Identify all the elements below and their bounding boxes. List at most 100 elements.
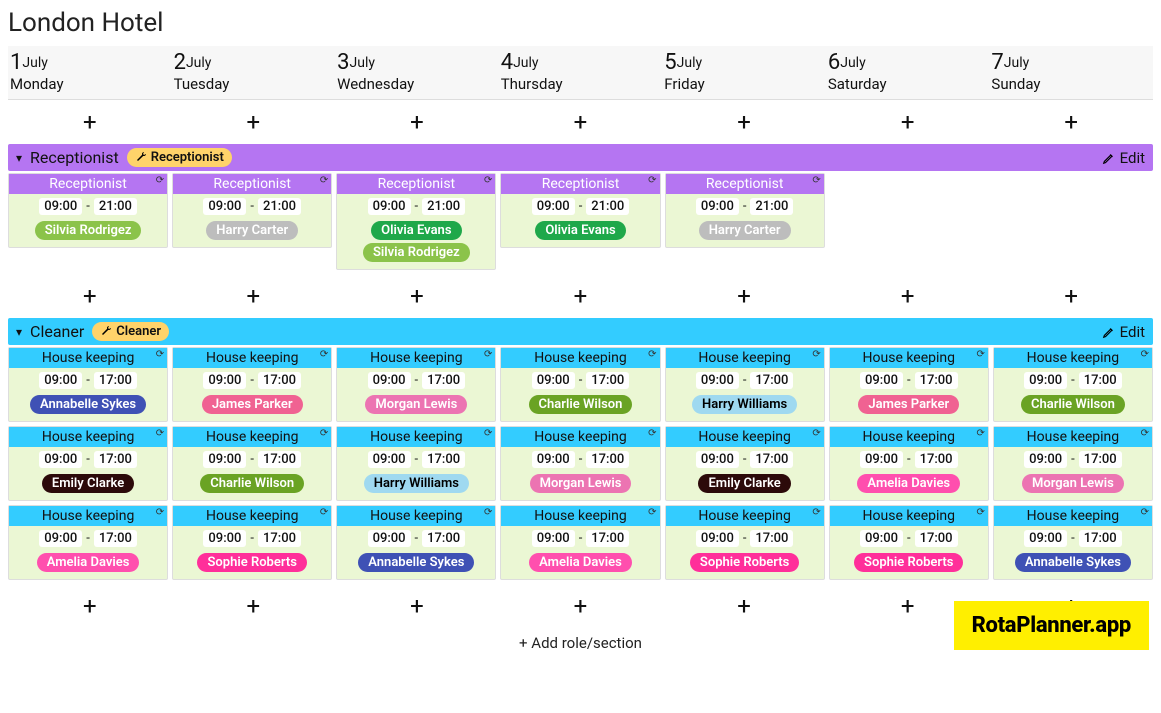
- person-pill[interactable]: Charlie Wilson: [200, 474, 304, 493]
- shift-people: Annabelle Sykes: [994, 551, 1152, 579]
- edit-button[interactable]: Edit: [1102, 323, 1145, 341]
- section-clean-header[interactable]: ▾ Cleaner Cleaner Edit: [8, 318, 1153, 345]
- shift-card[interactable]: House keeping⟳ 09:00-17:00 Harry William…: [336, 426, 496, 501]
- person-pill[interactable]: Silvia Rodrigez: [363, 243, 470, 262]
- day-header: 4JulyThursday: [499, 46, 663, 99]
- add-shift-button[interactable]: +: [335, 584, 499, 626]
- shift-label: House keeping⟳: [9, 427, 167, 447]
- person-pill[interactable]: James Parker: [202, 395, 303, 414]
- edit-button[interactable]: Edit: [1102, 149, 1145, 167]
- shift-card[interactable]: House keeping⟳ 09:00-17:00 Sophie Robert…: [172, 505, 332, 580]
- person-pill[interactable]: Morgan Lewis: [530, 474, 632, 493]
- shift-card[interactable]: House keeping⟳ 09:00-17:00 Emily Clarke: [665, 426, 825, 501]
- section-label: Receptionist: [30, 148, 119, 167]
- shift-card[interactable]: House keeping⟳ 09:00-17:00 James Parker: [829, 347, 989, 422]
- shift-card[interactable]: House keeping⟳ 09:00-17:00 Amelia Davies: [500, 505, 660, 580]
- shift-card[interactable]: Receptionist⟳ 09:00-21:00 Harry Carter: [665, 173, 825, 248]
- add-shift-button[interactable]: +: [499, 274, 663, 316]
- shift-card[interactable]: House keeping⟳ 09:00-17:00 Sophie Robert…: [829, 505, 989, 580]
- wrench-icon: [135, 150, 147, 165]
- person-pill[interactable]: Amelia Davies: [857, 474, 960, 493]
- person-pill[interactable]: Amelia Davies: [37, 553, 140, 572]
- shift-card[interactable]: House keeping⟳ 09:00-17:00 Annabelle Syk…: [336, 505, 496, 580]
- shift-label: House keeping⟳: [9, 348, 167, 368]
- person-pill[interactable]: James Parker: [858, 395, 959, 414]
- shift-card[interactable]: House keeping⟳ 09:00-17:00 Morgan Lewis: [336, 347, 496, 422]
- add-shift-button[interactable]: +: [826, 100, 990, 142]
- shift-card[interactable]: House keeping⟳ 09:00-17:00 Harry William…: [665, 347, 825, 422]
- add-shift-button[interactable]: +: [172, 274, 336, 316]
- add-shift-button[interactable]: +: [989, 274, 1153, 316]
- add-shift-button[interactable]: +: [335, 100, 499, 142]
- shift-card[interactable]: House keeping⟳ 09:00-17:00 Emily Clarke: [8, 426, 168, 501]
- person-pill[interactable]: Annabelle Sykes: [358, 553, 474, 572]
- shift-card[interactable]: House keeping⟳ 09:00-17:00 Annabelle Syk…: [8, 347, 168, 422]
- person-pill[interactable]: Annabelle Sykes: [1015, 553, 1131, 572]
- person-pill[interactable]: Amelia Davies: [529, 553, 632, 572]
- section-recep-header[interactable]: ▾ Receptionist Receptionist Edit: [8, 144, 1153, 171]
- person-pill[interactable]: Emily Clarke: [42, 474, 134, 493]
- day-column: House keeping⟳ 09:00-17:00 Charlie Wilso…: [993, 347, 1153, 584]
- sync-icon: ⟳: [1141, 428, 1149, 439]
- pencil-icon: [1102, 323, 1116, 341]
- add-shift-button[interactable]: +: [989, 100, 1153, 142]
- person-pill[interactable]: Sophie Roberts: [854, 553, 963, 572]
- person-pill[interactable]: Emily Clarke: [698, 474, 790, 493]
- person-pill[interactable]: Harry Carter: [699, 221, 791, 240]
- person-pill[interactable]: Harry Williams: [364, 474, 469, 493]
- shift-label: House keeping⟳: [9, 506, 167, 526]
- add-shift-button[interactable]: +: [662, 100, 826, 142]
- shift-card[interactable]: House keeping⟳ 09:00-17:00 Charlie Wilso…: [993, 347, 1153, 422]
- person-pill[interactable]: Olivia Evans: [535, 221, 625, 240]
- person-pill[interactable]: Sophie Roberts: [197, 553, 306, 572]
- brand-logo-text: RotaPlanner.app: [954, 601, 1149, 650]
- shift-people: Harry Carter: [666, 219, 824, 247]
- person-pill[interactable]: Charlie Wilson: [529, 395, 633, 414]
- add-shift-button[interactable]: +: [662, 274, 826, 316]
- shift-card[interactable]: Receptionist⟳ 09:00-21:00 Silvia Rodrige…: [8, 173, 168, 248]
- add-shift-button[interactable]: +: [335, 274, 499, 316]
- page-title: London Hotel: [8, 8, 1153, 38]
- person-pill[interactable]: Annabelle Sykes: [30, 395, 146, 414]
- add-shift-button[interactable]: +: [8, 274, 172, 316]
- add-shift-button[interactable]: +: [8, 584, 172, 626]
- add-shift-button[interactable]: +: [172, 584, 336, 626]
- add-shift-button[interactable]: +: [8, 100, 172, 142]
- shift-times: 09:00-17:00: [9, 368, 167, 393]
- day-header: 5JulyFriday: [662, 46, 826, 99]
- add-shift-button[interactable]: +: [826, 274, 990, 316]
- shift-card[interactable]: House keeping⟳ 09:00-17:00 Amelia Davies: [8, 505, 168, 580]
- person-pill[interactable]: Charlie Wilson: [1021, 395, 1125, 414]
- shift-card[interactable]: House keeping⟳ 09:00-17:00 Sophie Robert…: [665, 505, 825, 580]
- add-shift-button[interactable]: +: [499, 100, 663, 142]
- add-shift-button[interactable]: +: [499, 584, 663, 626]
- person-pill[interactable]: Morgan Lewis: [1022, 474, 1124, 493]
- shift-card[interactable]: House keeping⟳ 09:00-17:00 Charlie Wilso…: [172, 426, 332, 501]
- shift-times: 09:00-17:00: [173, 526, 331, 551]
- shift-card[interactable]: House keeping⟳ 09:00-17:00 Annabelle Syk…: [993, 505, 1153, 580]
- shift-card[interactable]: House keeping⟳ 09:00-17:00 Morgan Lewis: [993, 426, 1153, 501]
- add-shift-button[interactable]: +: [172, 100, 336, 142]
- shift-people: Annabelle Sykes: [9, 393, 167, 421]
- wrench-icon: [100, 324, 112, 339]
- person-pill[interactable]: Harry Williams: [692, 395, 797, 414]
- shift-times: 09:00-17:00: [830, 368, 988, 393]
- shift-card[interactable]: House keeping⟳ 09:00-17:00 Amelia Davies: [829, 426, 989, 501]
- shift-card[interactable]: House keeping⟳ 09:00-17:00 Charlie Wilso…: [500, 347, 660, 422]
- person-pill[interactable]: Olivia Evans: [371, 221, 461, 240]
- day-header: 1JulyMonday: [8, 46, 172, 99]
- add-shift-button[interactable]: +: [662, 584, 826, 626]
- shift-card[interactable]: House keeping⟳ 09:00-17:00 James Parker: [172, 347, 332, 422]
- shift-card[interactable]: Receptionist⟳ 09:00-21:00 Olivia Evans S…: [336, 173, 496, 270]
- shift-label: Receptionist⟳: [173, 174, 331, 194]
- person-pill[interactable]: Morgan Lewis: [365, 395, 467, 414]
- day-column: House keeping⟳ 09:00-17:00 Morgan Lewis …: [336, 347, 496, 584]
- shift-card[interactable]: Receptionist⟳ 09:00-21:00 Harry Carter: [172, 173, 332, 248]
- person-pill[interactable]: Sophie Roberts: [690, 553, 799, 572]
- person-pill[interactable]: Harry Carter: [206, 221, 298, 240]
- person-pill[interactable]: Silvia Rodrigez: [35, 221, 142, 240]
- shift-people: Harry Williams: [666, 393, 824, 421]
- sync-icon: ⟳: [812, 349, 820, 360]
- shift-card[interactable]: House keeping⟳ 09:00-17:00 Morgan Lewis: [500, 426, 660, 501]
- shift-card[interactable]: Receptionist⟳ 09:00-21:00 Olivia Evans: [500, 173, 660, 248]
